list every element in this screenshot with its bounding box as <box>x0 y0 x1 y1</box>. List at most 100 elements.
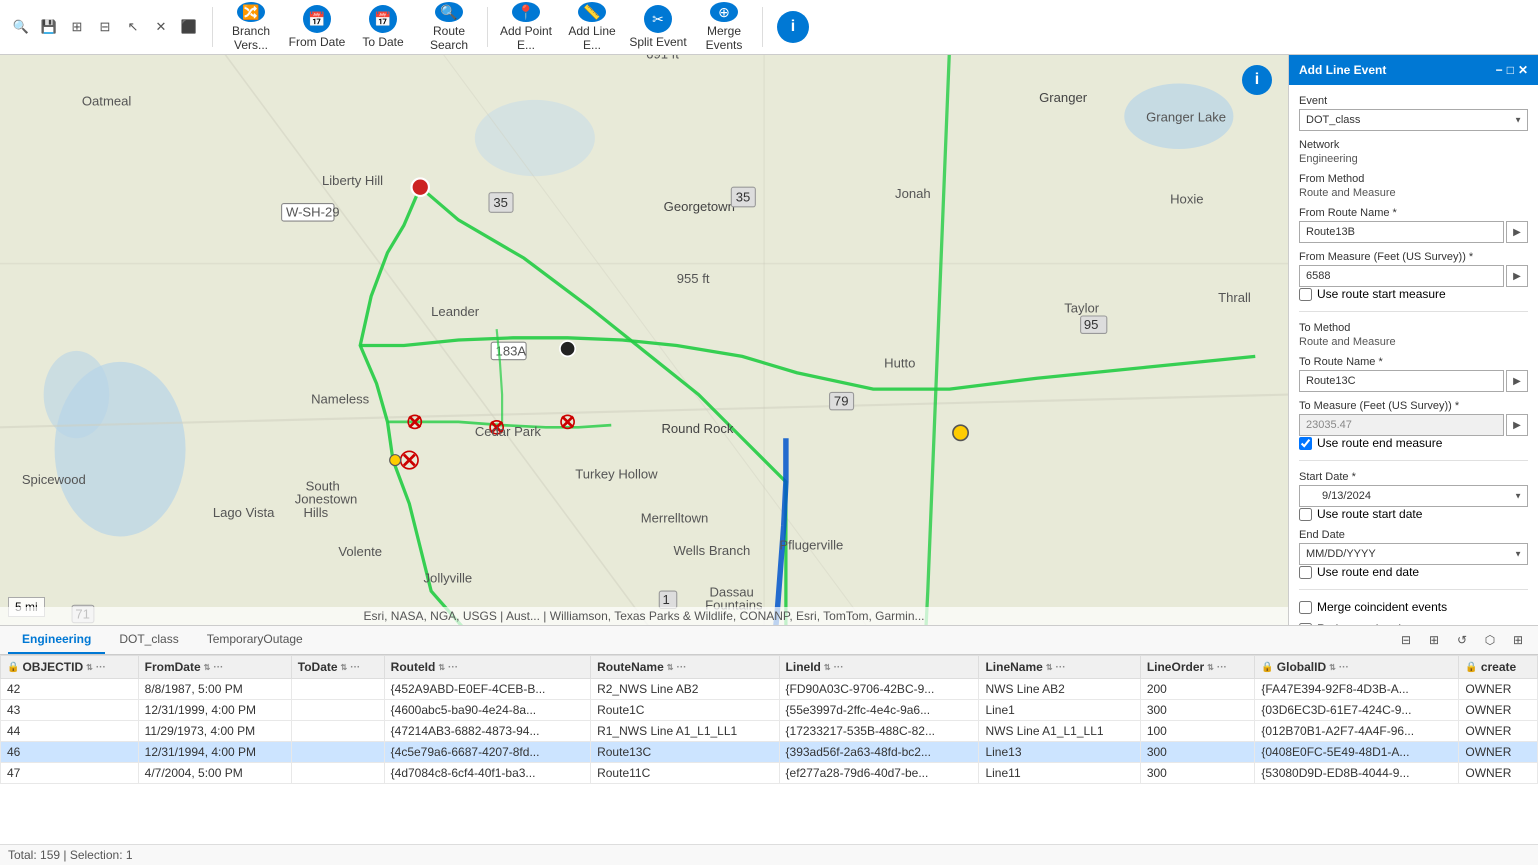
to-route-name-input[interactable] <box>1299 370 1504 392</box>
route-search-button[interactable]: 🔍 Route Search <box>417 2 481 52</box>
from-date-button[interactable]: 📅 From Date <box>285 2 349 52</box>
to-route-name-arrow-btn[interactable]: ▶ <box>1506 370 1528 392</box>
table-cell: Route11C <box>591 763 779 784</box>
sort-routeid[interactable]: ⇅ <box>438 663 445 672</box>
table-icon-btn[interactable]: ⊟ <box>92 14 118 40</box>
more-fromdate[interactable]: ··· <box>213 662 223 673</box>
use-route-start-date-checkbox[interactable] <box>1299 508 1312 521</box>
grid-icon-btn[interactable]: ⊞ <box>64 14 90 40</box>
sort-globalid[interactable]: ⇅ <box>1329 663 1336 672</box>
use-route-end-label: Use route end measure <box>1317 436 1442 450</box>
more-globalid[interactable]: ··· <box>1339 662 1349 673</box>
to-measure-label: To Measure (Feet (US Survey)) * <box>1299 400 1528 412</box>
map-attribution: Esri, NASA, NGA, USGS | Aust... | Willia… <box>0 607 1288 625</box>
panel-close-icon[interactable]: ✕ <box>1518 63 1528 77</box>
lock-icon-create: 🔒 <box>1465 662 1477 673</box>
sort-objectid[interactable]: ⇅ <box>86 663 93 672</box>
from-route-name-label: From Route Name * <box>1299 207 1528 219</box>
attribution-text: Esri, NASA, NGA, USGS | Aust... | Willia… <box>363 609 924 623</box>
table-cell: NWS Line AB2 <box>979 679 1140 700</box>
table-cell: {47214AB3-6882-4873-94... <box>384 721 590 742</box>
sort-linename[interactable]: ⇅ <box>1046 663 1053 672</box>
to-route-name-wrapper: ▶ <box>1299 370 1528 392</box>
divider-1 <box>1299 311 1528 312</box>
sort-todate[interactable]: ⇅ <box>341 663 348 672</box>
merge-coincident-checkbox[interactable] <box>1299 601 1312 614</box>
add-line-label: Add Line E... <box>560 24 624 52</box>
panel-expand-icon[interactable]: □ <box>1507 63 1514 77</box>
toolbar-separator-3 <box>762 7 763 47</box>
merge-coincident-label: Merge coincident events <box>1317 600 1447 614</box>
more-routeid[interactable]: ··· <box>448 662 458 673</box>
from-measure-arrow-btn[interactable]: ▶ <box>1506 265 1528 287</box>
use-route-start-checkbox[interactable] <box>1299 288 1312 301</box>
table-container: 🔒 OBJECTID ⇅ ··· FromDate ⇅ ··· <box>0 655 1538 844</box>
table-cell: {03D6EC3D-61E7-424C-9... <box>1255 700 1459 721</box>
more-objectid[interactable]: ··· <box>96 662 106 673</box>
to-measure-arrow-btn[interactable]: ▶ <box>1506 414 1528 436</box>
use-route-end-date-label: Use route end date <box>1317 565 1419 579</box>
branch-versions-button[interactable]: 🔀 Branch Vers... <box>219 2 283 52</box>
table-row[interactable]: 428/8/1987, 5:00 PM{452A9ABD-E0EF-4CEB-B… <box>1 679 1538 700</box>
table-row[interactable]: 474/7/2004, 5:00 PM{4d7084c8-6cf4-40f1-b… <box>1 763 1538 784</box>
map-info-button[interactable]: i <box>1242 65 1272 95</box>
th-lineorder: LineOrder ⇅ ··· <box>1140 656 1255 679</box>
export-icon-btn[interactable]: ⬛ <box>176 14 202 40</box>
table-cell: {0408E0FC-5E49-48D1-A... <box>1255 742 1459 763</box>
sort-routename[interactable]: ⇅ <box>667 663 674 672</box>
more-table-btn[interactable]: ⊞ <box>1506 628 1530 652</box>
map-area[interactable]: W-SH-29 183A <box>0 55 1288 625</box>
save-icon-btn[interactable]: 💾 <box>36 14 62 40</box>
more-lineid[interactable]: ··· <box>834 662 844 673</box>
expand-icon-btn[interactable]: ⊞ <box>1422 628 1446 652</box>
sort-lineid[interactable]: ⇅ <box>824 663 831 672</box>
info-button[interactable]: i <box>777 11 809 43</box>
more-routename[interactable]: ··· <box>676 662 686 673</box>
pointer-icon-btn[interactable]: ↖ <box>120 14 146 40</box>
event-select[interactable]: DOT_class <box>1299 109 1528 131</box>
th-todate: ToDate ⇅ ··· <box>291 656 384 679</box>
table-cell <box>291 679 384 700</box>
table-row[interactable]: 4612/31/1994, 4:00 PM{4c5e79a6-6687-4207… <box>1 742 1538 763</box>
panel-minimize-icon[interactable]: − <box>1496 63 1503 77</box>
close-icon-btn[interactable]: ✕ <box>148 14 174 40</box>
from-measure-input[interactable] <box>1299 265 1504 287</box>
tab-temporary-outage[interactable]: TemporaryOutage <box>193 626 317 654</box>
add-line-event-button[interactable]: 📏 Add Line E... <box>560 2 624 52</box>
to-measure-input[interactable] <box>1299 414 1504 436</box>
svg-text:Georgetown: Georgetown <box>664 199 735 214</box>
filter-icon-btn[interactable]: ⊟ <box>1394 628 1418 652</box>
table-row[interactable]: 4411/29/1973, 4:00 PM{47214AB3-6882-4873… <box>1 721 1538 742</box>
add-point-event-button[interactable]: 📍 Add Point E... <box>494 2 558 52</box>
svg-text:W-SH-29: W-SH-29 <box>286 205 340 220</box>
sort-fromdate[interactable]: ⇅ <box>204 663 211 672</box>
table-cell <box>291 700 384 721</box>
table-cell: {17233217-535B-488C-82... <box>779 721 979 742</box>
from-route-name-arrow-btn[interactable]: ▶ <box>1506 221 1528 243</box>
svg-text:Liberty Hill: Liberty Hill <box>322 173 383 188</box>
merge-events-button[interactable]: ⊕ Merge Events <box>692 2 756 52</box>
tab-engineering[interactable]: Engineering <box>8 626 105 654</box>
split-event-button[interactable]: ✂ Split Event <box>626 2 690 52</box>
th-globalid: 🔒 GlobalID ⇅ ··· <box>1255 656 1459 679</box>
divider-3 <box>1299 589 1528 590</box>
use-route-end-checkbox[interactable] <box>1299 437 1312 450</box>
table-cell: R2_NWS Line AB2 <box>591 679 779 700</box>
more-todate[interactable]: ··· <box>350 662 360 673</box>
to-measure-wrapper: ▶ <box>1299 414 1528 436</box>
use-route-end-date-checkbox[interactable] <box>1299 566 1312 579</box>
refresh-icon-btn[interactable]: ↺ <box>1450 628 1474 652</box>
more-lineorder[interactable]: ··· <box>1217 662 1227 673</box>
start-date-select[interactable]: 9/13/2024 <box>1299 485 1528 507</box>
export-table-btn[interactable]: ⬡ <box>1478 628 1502 652</box>
use-route-start-date-row: Use route start date <box>1299 507 1528 521</box>
start-date-wrapper: 9/13/2024 <box>1299 485 1528 507</box>
from-route-name-input[interactable] <box>1299 221 1504 243</box>
end-date-select[interactable]: MM/DD/YYYY <box>1299 543 1528 565</box>
search-icon-btn[interactable]: 🔍 <box>8 14 34 40</box>
tab-dot-class[interactable]: DOT_class <box>105 626 192 654</box>
table-row[interactable]: 4312/31/1999, 4:00 PM{4600abc5-ba90-4e24… <box>1 700 1538 721</box>
sort-lineorder[interactable]: ⇅ <box>1207 663 1214 672</box>
more-linename[interactable]: ··· <box>1056 662 1066 673</box>
to-date-button[interactable]: 📅 To Date <box>351 2 415 52</box>
